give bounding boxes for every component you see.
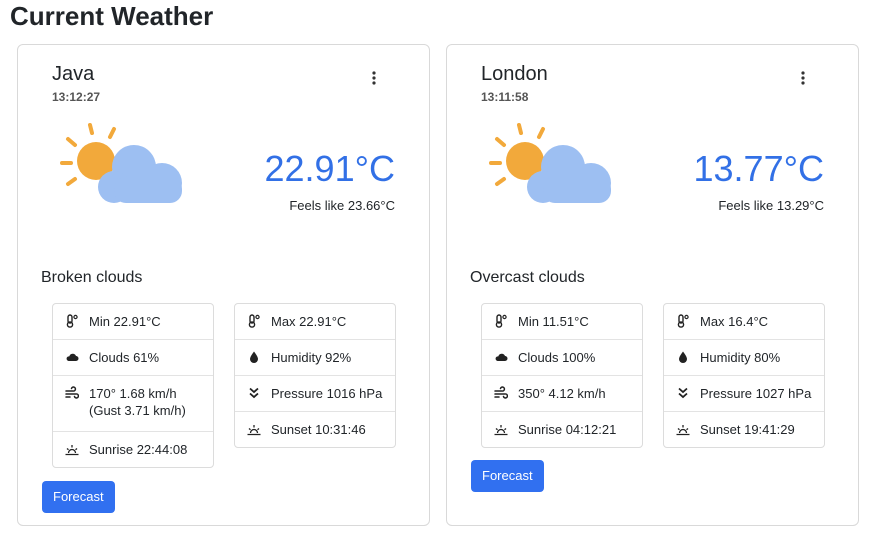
stat-wind: 350° 4.12 km/h	[482, 376, 642, 412]
city-name: London	[481, 63, 548, 85]
stat-wind: 170° 1.68 km/h (Gust 3.71 km/h)	[53, 376, 213, 432]
wind-icon	[65, 386, 79, 399]
update-time: 13:11:58	[481, 90, 529, 104]
stat-sunrise: Sunrise 22:44:08	[53, 432, 213, 467]
stat-max-label: Max 22.91°C	[271, 314, 347, 329]
stat-min: Min 22.91°C	[53, 304, 213, 340]
stat-wind-label: 350° 4.12 km/h	[518, 386, 606, 401]
page-title: Current Weather	[10, 1, 214, 31]
stat-humidity: Humidity 92%	[235, 340, 395, 376]
droplet-icon	[250, 351, 258, 363]
chevrons-down-icon	[678, 387, 688, 399]
thermometer-icon	[495, 314, 507, 328]
weather-condition: Overcast clouds	[470, 269, 585, 286]
stat-list-right: Max 22.91°C Humidity 92% Pressure 1016 h…	[234, 303, 396, 448]
stat-humidity-label: Humidity 80%	[700, 350, 781, 365]
stat-sunset: Sunset 10:31:46	[235, 412, 395, 447]
stat-sunset-label: Sunset 10:31:46	[271, 422, 366, 437]
sun-behind-cloud-icon	[60, 123, 182, 203]
stat-wind-label: 170° 1.68 km/h (Gust 3.71 km/h)	[89, 386, 186, 418]
stat-humidity: Humidity 80%	[664, 340, 824, 376]
stat-max-label: Max 16.4°C	[700, 314, 769, 329]
stat-list-right: Max 16.4°C Humidity 80% Pressure 1027 hP…	[663, 303, 825, 448]
thermometer-icon	[248, 314, 260, 328]
stat-humidity-label: Humidity 92%	[271, 350, 352, 365]
wind-icon	[494, 386, 508, 399]
stat-sunrise-label: Sunrise 22:44:08	[89, 442, 188, 457]
weather-card-london: London 13:11:58 13.77°C Feels like 13.29…	[446, 44, 859, 526]
sunrise-icon	[65, 445, 79, 456]
stat-sunrise-label: Sunrise 04:12:21	[518, 422, 617, 437]
stat-max: Max 16.4°C	[664, 304, 824, 340]
sunset-icon	[676, 425, 690, 436]
stat-min-label: Min 11.51°C	[518, 314, 589, 329]
cloud-icon	[66, 353, 79, 361]
city-name: Java	[52, 63, 95, 85]
stat-clouds-label: Clouds 100%	[518, 350, 596, 365]
thermometer-icon	[677, 314, 689, 328]
stat-pressure-label: Pressure 1027 hPa	[700, 386, 812, 401]
weather-card-java: Java 13:12:27 22.91°C Feels like 23.66°C…	[17, 44, 430, 526]
temperature: 13.77°C	[693, 148, 824, 189]
cloud-icon	[495, 353, 508, 361]
stat-min-label: Min 22.91°C	[89, 314, 161, 329]
stat-min: Min 11.51°C	[482, 304, 642, 340]
stat-pressure: Pressure 1016 hPa	[235, 376, 395, 412]
stat-max: Max 22.91°C	[235, 304, 395, 340]
feels-like: Feels like 23.66°C	[289, 198, 395, 213]
stat-sunrise: Sunrise 04:12:21	[482, 412, 642, 447]
sunset-icon	[247, 425, 261, 436]
stat-list-left: Min 11.51°C Clouds 100% 350° 4.12 km/h S…	[481, 303, 643, 448]
stat-list-left: Min 22.91°C Clouds 61% 170° 1.68 km/h (G…	[52, 303, 214, 468]
sunrise-icon	[494, 425, 508, 436]
update-time: 13:12:27	[52, 90, 101, 104]
temperature: 22.91°C	[264, 148, 395, 189]
weather-condition: Broken clouds	[41, 269, 143, 286]
forecast-button[interactable]: Forecast	[471, 460, 544, 492]
forecast-button[interactable]: Forecast	[42, 481, 115, 513]
sun-behind-cloud-icon	[489, 123, 611, 203]
stat-clouds: Clouds 61%	[53, 340, 213, 376]
droplet-icon	[679, 351, 687, 363]
stat-pressure-label: Pressure 1016 hPa	[271, 386, 383, 401]
feels-like: Feels like 13.29°C	[718, 198, 824, 213]
stat-sunset: Sunset 19:41:29	[664, 412, 824, 447]
more-options-icon[interactable]	[797, 69, 809, 87]
stat-clouds: Clouds 100%	[482, 340, 642, 376]
chevrons-down-icon	[249, 387, 259, 399]
stat-sunset-label: Sunset 19:41:29	[700, 422, 795, 437]
stat-pressure: Pressure 1027 hPa	[664, 376, 824, 412]
more-options-icon[interactable]	[368, 69, 380, 87]
stat-clouds-label: Clouds 61%	[89, 350, 160, 365]
thermometer-icon	[66, 314, 78, 328]
